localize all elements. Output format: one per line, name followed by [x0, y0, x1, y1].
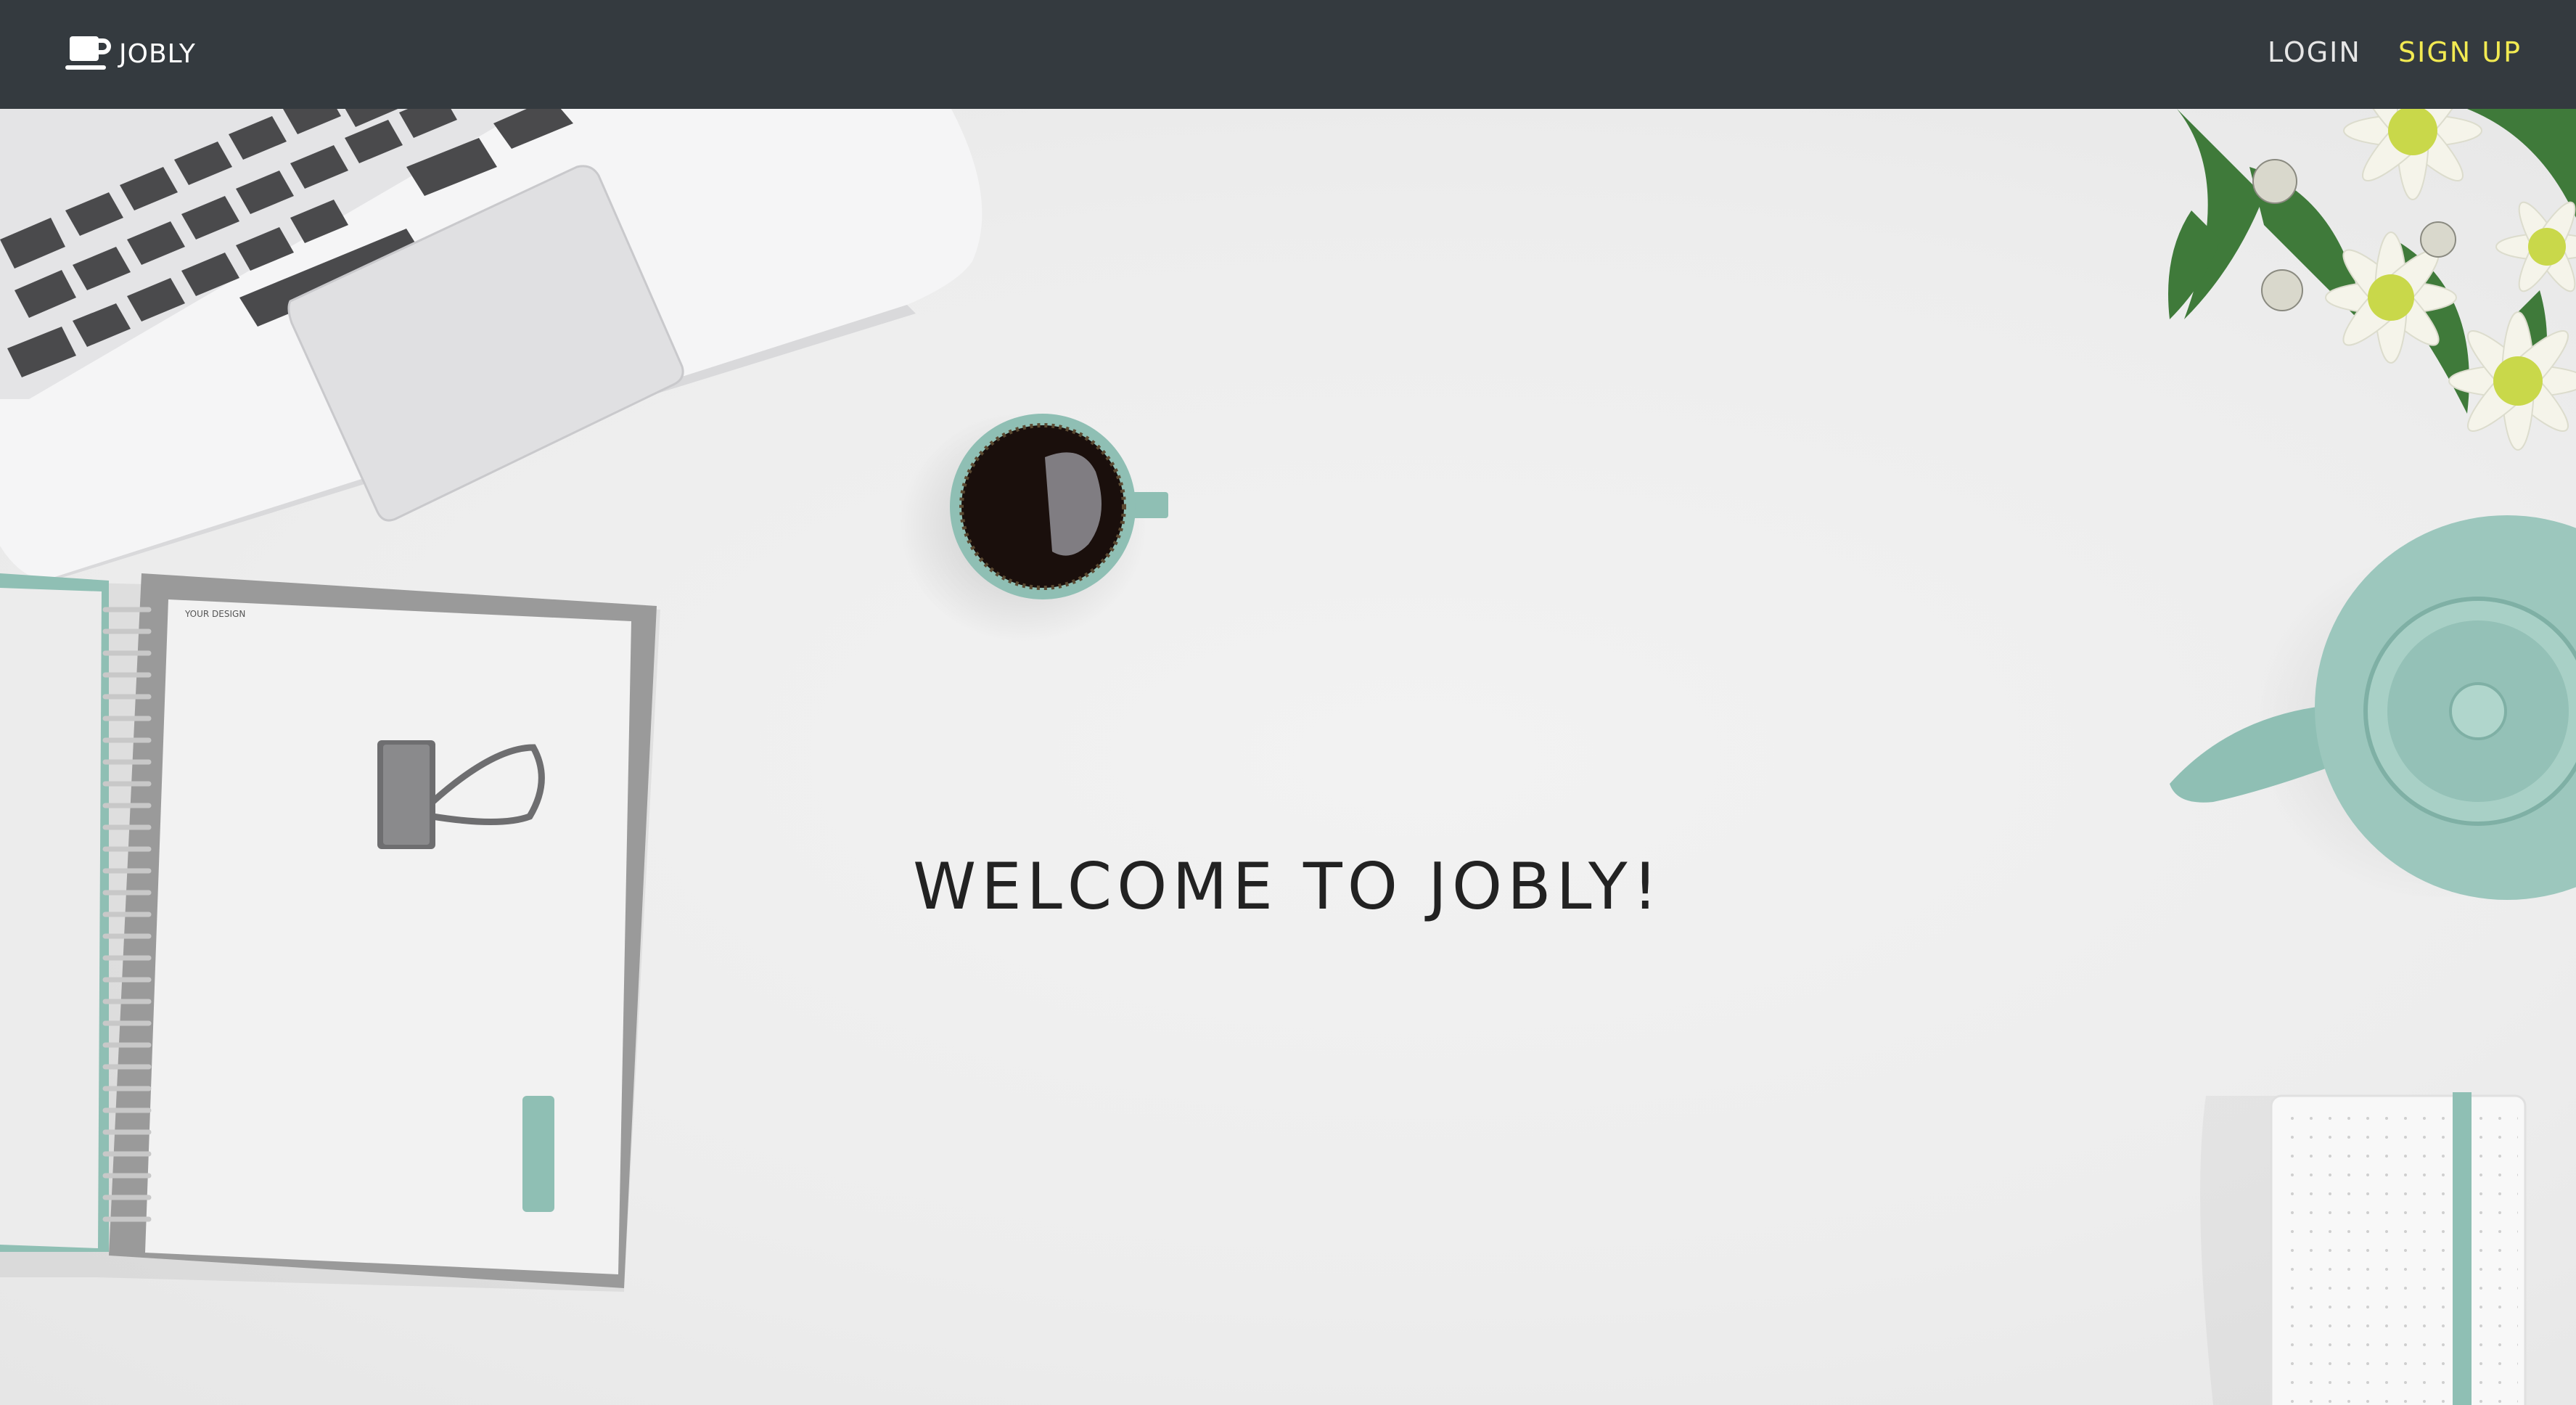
notebook-illustration: YOUR DESIGN	[0, 573, 660, 1292]
welcome-heading: WELCOME TO JOBLY!	[913, 849, 1663, 924]
coffee-cup-illustration	[900, 410, 1168, 642]
signup-link[interactable]: SIGN UP	[2398, 33, 2522, 71]
dotted-notebook-illustration	[2200, 1092, 2527, 1405]
login-link[interactable]: LOGIN	[2268, 33, 2361, 71]
brand-logo-link[interactable]: JOBLY	[65, 33, 196, 74]
top-navbar: JOBLY LOGIN SIGN UP	[0, 0, 2576, 109]
coffee-cup-icon	[65, 36, 111, 70]
flowers-illustration	[2168, 109, 2576, 451]
desk-background-image: YOUR DESIGN	[0, 109, 2576, 1405]
teapot-illustration	[2170, 515, 2576, 900]
laptop-illustration	[0, 109, 983, 588]
hero-section: YOUR DESIGN WELCOME TO JOBLY!	[0, 109, 2576, 1405]
flower-3	[2448, 311, 2576, 451]
flower-4	[2495, 201, 2576, 292]
brand-name: JOBLY	[119, 38, 196, 69]
notebook-label: YOUR DESIGN	[184, 609, 245, 619]
flower-1	[2343, 109, 2482, 200]
